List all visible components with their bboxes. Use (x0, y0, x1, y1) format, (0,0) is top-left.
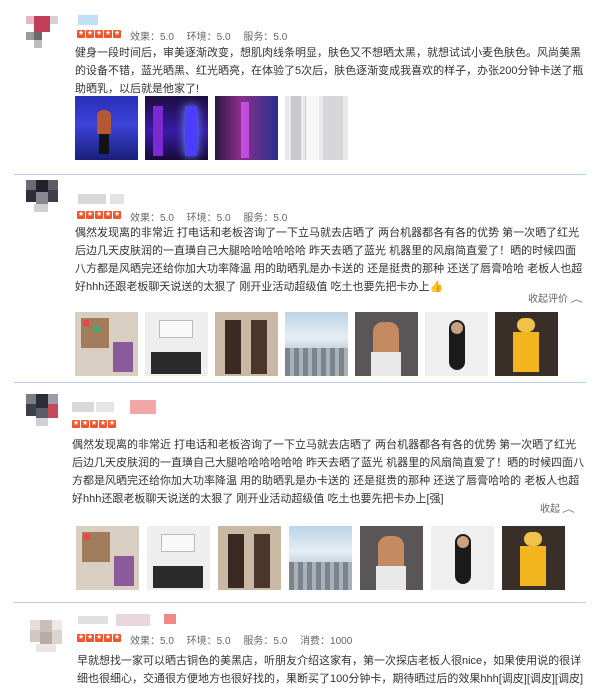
photo-strip (76, 526, 565, 590)
star-icon: ★ (113, 30, 121, 38)
star-icon: ★ (104, 30, 112, 38)
score-effect: 效果：5.0 (130, 636, 174, 647)
star-icon: ★ (99, 420, 107, 428)
review-photo[interactable] (360, 526, 423, 590)
avatar[interactable] (26, 16, 58, 48)
star-rating: ★ ★ ★ ★ ★ (77, 634, 121, 642)
review-photo[interactable] (289, 526, 352, 590)
review-card-2: ★ ★ ★ ★ ★ 效果：5.0 环境：5.0 服务：5.0 偶然发现离的非常近… (0, 176, 600, 382)
user-name[interactable] (78, 15, 98, 25)
score-spend: 消费：1000 (300, 636, 353, 647)
collapse-review-button[interactable]: 收起评价 ︿ (528, 290, 583, 305)
review-photo[interactable] (285, 312, 348, 376)
review-photo[interactable] (218, 526, 281, 590)
review-photo[interactable] (215, 96, 278, 160)
star-icon: ★ (72, 420, 80, 428)
star-icon: ★ (77, 30, 85, 38)
star-icon: ★ (95, 30, 103, 38)
user-name[interactable] (78, 616, 108, 624)
score-row: 效果：5.0 环境：5.0 服务：5.0 (130, 28, 297, 43)
review-text: 偶然发现离的非常近 打电话和老板咨询了一下立马就去店晒了 两台机器都各有各的优势… (72, 439, 585, 505)
star-icon: ★ (86, 634, 94, 642)
avatar[interactable] (26, 180, 58, 212)
review-photo[interactable] (75, 312, 138, 376)
star-icon: ★ (77, 211, 85, 219)
review-photo[interactable] (215, 312, 278, 376)
photo-strip (75, 96, 348, 160)
collapse-label: 收起 (540, 504, 560, 515)
star-rating: ★ ★ ★ ★ ★ (77, 30, 121, 38)
user-name[interactable] (78, 194, 106, 204)
review-photo[interactable] (145, 312, 208, 376)
star-icon: ★ (104, 211, 112, 219)
review-photo[interactable] (145, 96, 208, 160)
star-icon: ★ (77, 634, 85, 642)
star-icon: ★ (90, 420, 98, 428)
score-environment: 环境：5.0 (186, 213, 231, 224)
star-rating: ★ ★ ★ ★ ★ (77, 211, 121, 219)
star-icon: ★ (113, 634, 121, 642)
review-photo[interactable] (76, 526, 139, 590)
star-rating: ★ ★ ★ ★ ★ (72, 420, 116, 428)
review-text: 偶然发现离的非常近 打电话和老板咨询了一下立马就去店晒了 两台机器都各有各的优势… (75, 227, 583, 293)
score-service: 服务：5.0 (243, 32, 288, 43)
review-photo[interactable] (502, 526, 565, 590)
review-card-1: ★ ★ ★ ★ ★ 效果：5.0 环境：5.0 服务：5.0 健身一段时间后，审… (0, 0, 600, 172)
review-photo[interactable] (147, 526, 210, 590)
avatar[interactable] (30, 620, 62, 652)
score-effect: 效果：5.0 (130, 32, 174, 43)
divider (14, 382, 586, 383)
review-photo[interactable] (355, 312, 418, 376)
star-icon: ★ (81, 420, 89, 428)
review-text: 早就想找一家可以晒古铜色的美黑店，听朋友介绍这家有，第一次探店老板人很nice，… (77, 655, 584, 685)
divider (14, 174, 586, 175)
review-text: 健身一段时间后，审美逐渐改变，想肌肉线条明显，肤色又不想晒太黑，就想试试小麦色肤… (75, 47, 584, 95)
user-name[interactable] (72, 402, 94, 412)
review-card-3: ★ ★ ★ ★ ★ 偶然发现离的非常近 打电话和老板咨询了一下立马就去店晒了 两… (0, 384, 600, 600)
score-effect: 效果：5.0 (130, 213, 174, 224)
score-service: 服务：5.0 (243, 213, 288, 224)
star-icon: ★ (95, 634, 103, 642)
collapse-label: 收起评价 (528, 294, 568, 305)
star-icon: ★ (86, 30, 94, 38)
divider (14, 602, 586, 603)
avatar[interactable] (26, 394, 58, 426)
photo-strip (75, 312, 558, 376)
chevron-up-icon: ︿ (562, 504, 575, 514)
star-icon: ★ (95, 211, 103, 219)
star-icon: ★ (104, 634, 112, 642)
score-environment: 环境：5.0 (186, 32, 231, 43)
review-photo[interactable] (495, 312, 558, 376)
star-icon: ★ (113, 211, 121, 219)
review-photo[interactable] (431, 526, 494, 590)
star-icon: ★ (86, 211, 94, 219)
chevron-up-icon: ︿ (570, 294, 583, 304)
collapse-review-button[interactable]: 收起 ︿ (540, 500, 575, 515)
review-card-4: ★ ★ ★ ★ ★ 效果：5.0 环境：5.0 服务：5.0 消费：1000 早… (0, 604, 600, 695)
score-row: 效果：5.0 环境：5.0 服务：5.0 消费：1000 (130, 632, 362, 647)
review-photo[interactable] (75, 96, 138, 160)
score-environment: 环境：5.0 (186, 636, 231, 647)
star-icon: ★ (108, 420, 116, 428)
score-row: 效果：5.0 环境：5.0 服务：5.0 (130, 209, 297, 224)
score-service: 服务：5.0 (243, 636, 288, 647)
review-photo[interactable] (425, 312, 488, 376)
review-photo[interactable] (285, 96, 348, 160)
